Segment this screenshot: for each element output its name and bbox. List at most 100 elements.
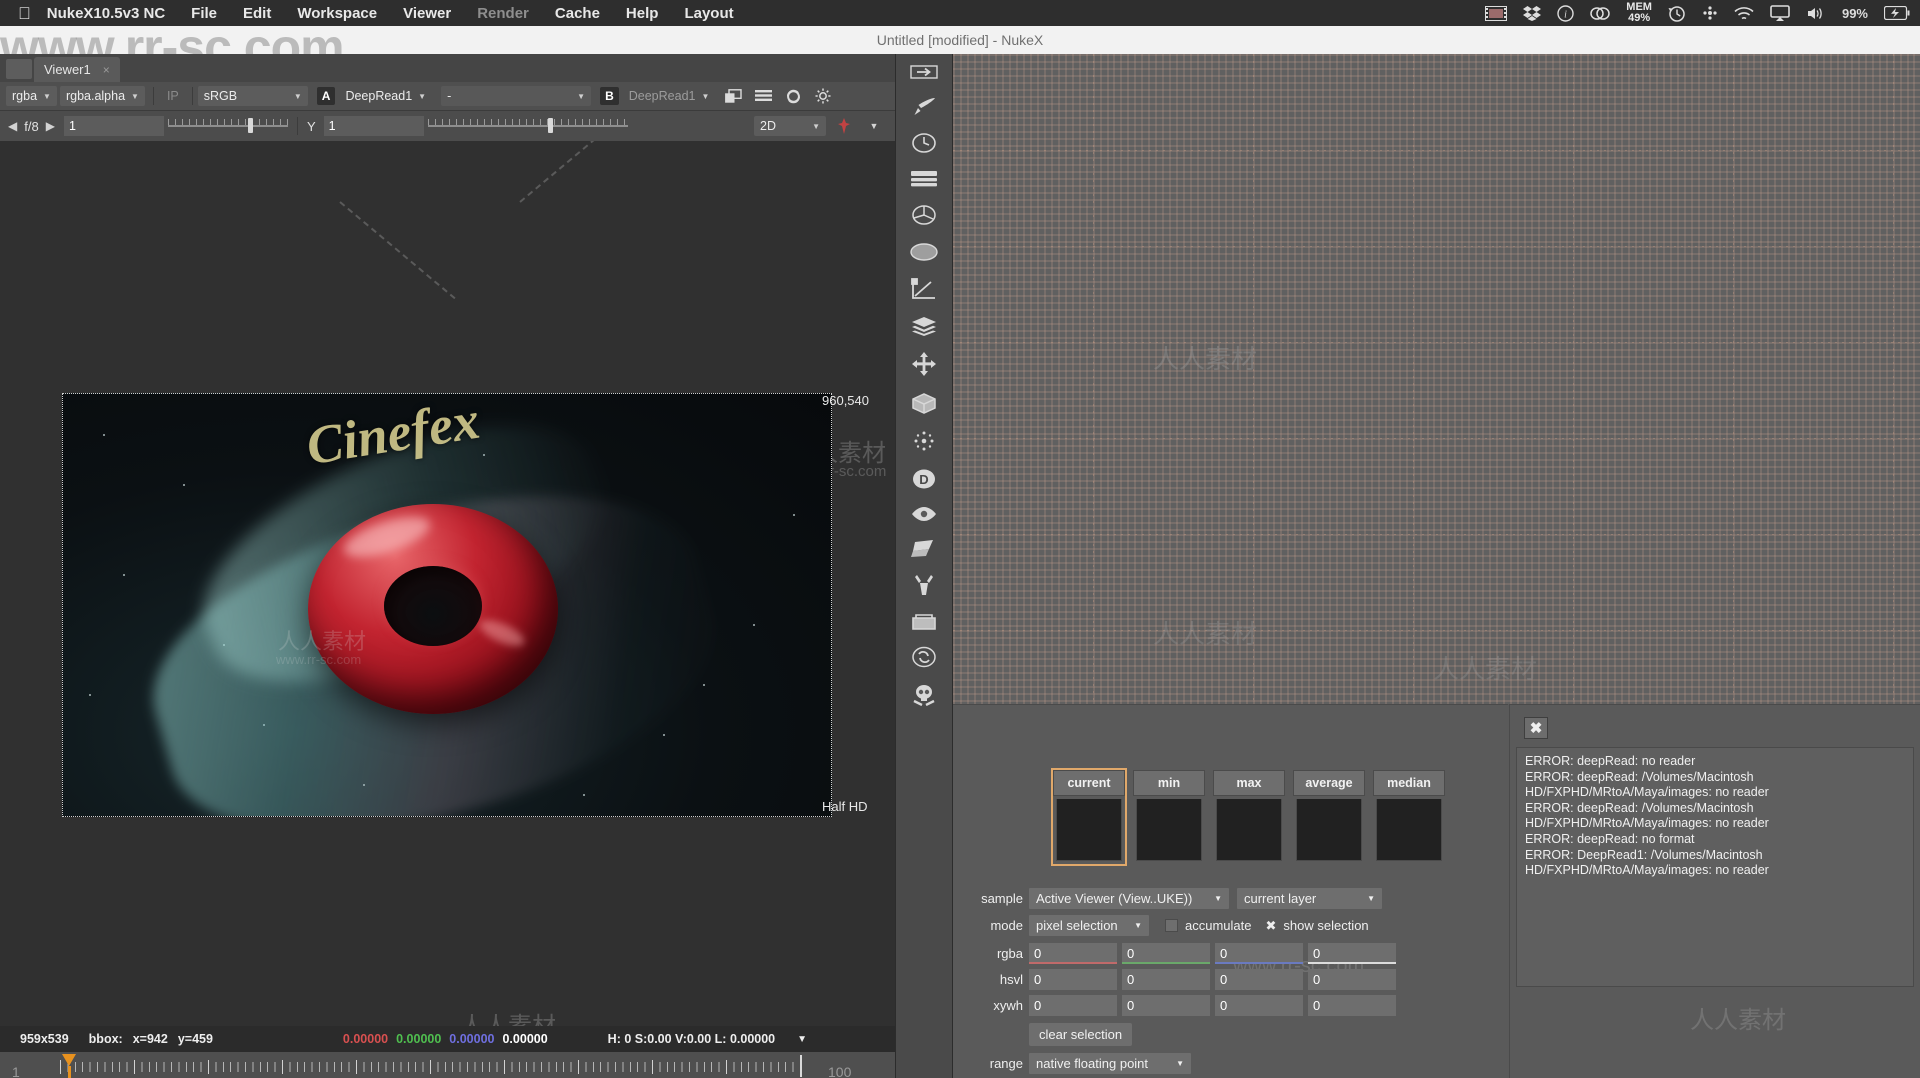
film-icon[interactable] <box>1485 5 1508 21</box>
creative-cloud-icon[interactable] <box>1590 6 1611 21</box>
shape-icon[interactable] <box>911 538 937 563</box>
pie-icon[interactable] <box>911 204 937 231</box>
panel-grip-icon[interactable] <box>6 59 32 79</box>
xywh-h-field[interactable]: 0 <box>1308 995 1396 1016</box>
info-icon[interactable]: i <box>1557 4 1574 22</box>
roto-pen-icon[interactable] <box>911 278 937 305</box>
timeline-track[interactable] <box>60 1058 800 1078</box>
close-x-icon[interactable]: ✖ <box>1524 717 1548 739</box>
refresh-icon[interactable] <box>782 86 804 106</box>
hsvl-h-field[interactable]: 0 <box>1029 969 1117 990</box>
sample-source-dropdown[interactable]: Active Viewer (View..UKE)) ▼ <box>1029 888 1229 909</box>
gamma-slider[interactable] <box>427 117 628 135</box>
layer-dropdown[interactable]: rgba.alpha ▼ <box>59 86 145 106</box>
menu-item-layout[interactable]: Layout <box>684 5 733 22</box>
apple-icon[interactable]:  <box>18 5 31 22</box>
rgba-a-field[interactable]: 0 <box>1308 943 1396 964</box>
chevron-down-icon[interactable]: ▼ <box>863 116 885 136</box>
paint-brush-icon[interactable] <box>911 96 937 121</box>
xywh-w-field[interactable]: 0 <box>1215 995 1303 1016</box>
rgba-b-field[interactable]: 0 <box>1215 943 1303 964</box>
chevron-down-icon[interactable]: ▼ <box>797 1034 807 1045</box>
rendered-image[interactable]: Cinefex 人人素材 www.rr-sc.com <box>62 393 832 817</box>
gain-slider[interactable] <box>167 117 288 135</box>
menu-item-edit[interactable]: Edit <box>243 5 271 22</box>
battery-icon[interactable] <box>1884 6 1910 20</box>
b-input-chip[interactable]: B <box>600 87 619 105</box>
sample-layer-dropdown[interactable]: current layer ▼ <box>1237 888 1382 909</box>
xywh-y-field[interactable]: 0 <box>1122 995 1210 1016</box>
gain-prev-arrow[interactable]: ◀ <box>8 119 17 133</box>
colorspace-dropdown[interactable]: sRGB ▼ <box>197 86 308 106</box>
gamma-input[interactable]: 1 <box>323 116 424 136</box>
swatch-max[interactable]: max <box>1213 770 1285 864</box>
node-graph[interactable]: 人人素材 人人素材 人人素材 <box>953 54 1920 704</box>
sync-icon[interactable] <box>912 646 936 673</box>
error-log[interactable]: ERROR: deepRead: no reader ERROR: deepRe… <box>1516 747 1914 987</box>
swatch-min[interactable]: min <box>1133 770 1205 864</box>
menu-item-viewer[interactable]: Viewer <box>403 5 451 22</box>
mesh-sphere-icon[interactable] <box>910 242 938 267</box>
menu-item-workspace[interactable]: Workspace <box>297 5 377 22</box>
deep-D-icon[interactable]: D <box>912 468 936 495</box>
slider-knob[interactable] <box>547 118 553 133</box>
move-icon[interactable] <box>912 352 936 381</box>
skull-icon[interactable] <box>911 684 937 711</box>
channels-dropdown[interactable]: rgba ▼ <box>6 86 57 106</box>
accumulate-checkbox[interactable] <box>1165 919 1178 932</box>
viewer-image-area[interactable]: 人人素材 www.rr-sc.com 人人素材 www.rr-sc.com 人人… <box>0 141 895 1026</box>
volume-icon[interactable] <box>1806 6 1826 21</box>
hsvl-s-field[interactable]: 0 <box>1122 969 1210 990</box>
cube-icon[interactable] <box>911 392 937 419</box>
rgba-g-field[interactable]: 0 <box>1122 943 1210 964</box>
dropbox-icon[interactable] <box>1523 5 1542 21</box>
transform-arrow-icon[interactable] <box>910 64 938 85</box>
wifi-icon[interactable] <box>1734 6 1754 21</box>
timeline-start-field[interactable]: 1 <box>12 1064 20 1078</box>
b-input-dropdown[interactable]: DeepRead1 ▼ <box>623 86 716 106</box>
time-machine-icon[interactable] <box>1668 5 1686 22</box>
bluetooth-icon[interactable] <box>1702 5 1718 21</box>
menu-item-cache[interactable]: Cache <box>555 5 600 22</box>
tab-viewer1[interactable]: Viewer1 × <box>34 57 120 82</box>
hsvl-v-field[interactable]: 0 <box>1215 969 1303 990</box>
timeline-playhead[interactable] <box>62 1054 76 1078</box>
menu-item-file[interactable]: File <box>191 5 217 22</box>
clock-icon[interactable] <box>911 132 937 159</box>
swatch-current[interactable]: current <box>1051 768 1127 866</box>
box-icon[interactable] <box>911 612 937 635</box>
menu-item-help[interactable]: Help <box>626 5 659 22</box>
pin-icon[interactable] <box>833 116 855 136</box>
rgba-r-field[interactable]: 0 <box>1029 943 1117 964</box>
wrench-icon[interactable] <box>911 574 937 601</box>
windows-icon[interactable] <box>722 86 744 106</box>
layers-icon[interactable] <box>911 316 937 341</box>
gear-icon[interactable] <box>812 86 834 106</box>
timeline[interactable]: 1 100 1 10 20 30 40 50 60 70 80 90 100 <box>0 1052 895 1078</box>
range-dropdown[interactable]: native floating point ▼ <box>1029 1053 1191 1074</box>
layers-stack-icon[interactable] <box>911 170 937 193</box>
xywh-x-field[interactable]: 0 <box>1029 995 1117 1016</box>
mode-dropdown[interactable]: pixel selection ▼ <box>1029 915 1149 936</box>
clear-selection-button[interactable]: clear selection <box>1029 1023 1133 1046</box>
close-icon[interactable]: × <box>103 63 110 77</box>
ip-toggle[interactable]: IP <box>167 89 179 103</box>
swatch-average[interactable]: average <box>1293 770 1365 864</box>
particles-icon[interactable] <box>912 430 936 457</box>
gain-next-arrow[interactable]: ▶ <box>46 119 55 133</box>
gain-input[interactable]: 1 <box>63 116 164 136</box>
timeline-end-field[interactable]: 100 <box>828 1064 851 1078</box>
eye-icon[interactable] <box>911 506 937 527</box>
view-mode-dropdown[interactable]: 2D ▼ <box>754 116 826 136</box>
a-input-chip[interactable]: A <box>316 87 336 105</box>
airplay-icon[interactable] <box>1770 5 1790 21</box>
wipe-mode-dropdown[interactable]: - ▼ <box>441 86 592 106</box>
slider-knob[interactable] <box>247 118 253 133</box>
list-icon[interactable] <box>752 86 774 106</box>
menu-item-render[interactable]: Render <box>477 5 529 22</box>
a-input-dropdown[interactable]: DeepRead1 ▼ <box>339 86 432 106</box>
show-selection-checkbox[interactable]: ✖ <box>1265 918 1276 934</box>
menu-item-app[interactable]: NukeX10.5v3 NC <box>47 5 165 22</box>
hsvl-l-field[interactable]: 0 <box>1308 969 1396 990</box>
swatch-median[interactable]: median <box>1373 770 1445 864</box>
